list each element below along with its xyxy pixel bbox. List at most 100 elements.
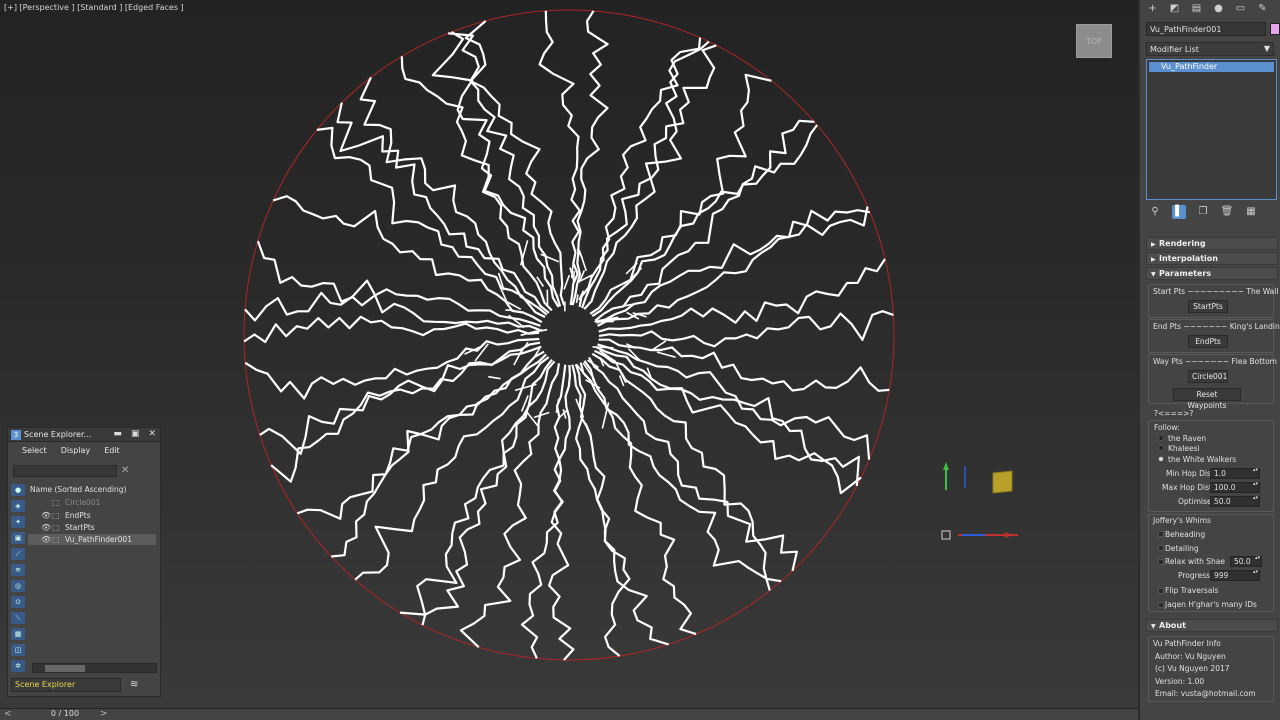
path-link bbox=[540, 253, 560, 263]
frame-counter[interactable]: 0 / 100 bbox=[30, 709, 100, 718]
path-strand bbox=[316, 126, 546, 318]
minimize-icon[interactable]: ▬ bbox=[113, 429, 122, 439]
path-strand bbox=[597, 206, 869, 327]
filter-geometry-icon[interactable]: ● bbox=[11, 484, 25, 496]
relax-label: Relax with Shae bbox=[1165, 557, 1226, 566]
scene-row-circle001[interactable]: ⬚ Circle001 bbox=[28, 497, 156, 508]
detailing-label: Detailing bbox=[1165, 544, 1199, 553]
next-frame-button[interactable]: > bbox=[100, 709, 108, 719]
scene-explorer-filter-toolbar: ● ◈ ✦ ▣ ⟋ ≋ ◎ ⊙ ⟍ ▦ ◫ ✲ bbox=[11, 484, 27, 676]
reset-waypoints-button[interactable]: Reset Waypoints bbox=[1173, 388, 1241, 410]
menu-edit[interactable]: Edit bbox=[104, 446, 120, 455]
close-icon[interactable]: ✕ bbox=[148, 429, 156, 439]
scene-explorer-menu: Select Display Edit bbox=[8, 442, 160, 458]
menu-select[interactable]: Select bbox=[22, 446, 47, 455]
path-link bbox=[656, 351, 676, 358]
modifier-list-dropdown[interactable]: Modifier List ▼ bbox=[1146, 42, 1274, 56]
eye-icon[interactable]: 👁 bbox=[41, 522, 51, 533]
radio-the-white-walkers-label: the White Walkers bbox=[1168, 455, 1237, 464]
rollout-interpolation[interactable]: ▶ Interpolation bbox=[1146, 252, 1278, 265]
explorer-selector-dropdown[interactable]: Scene Explorer bbox=[11, 678, 121, 692]
filter-groups-icon[interactable]: ◎ bbox=[11, 580, 25, 592]
filter-lights-icon[interactable]: ✦ bbox=[11, 516, 25, 528]
scene-row-startpts[interactable]: 👁 ⬚ StartPts bbox=[28, 522, 156, 533]
filter-cameras-icon[interactable]: ▣ bbox=[11, 532, 25, 544]
about-author: Author: Vu Nguyen bbox=[1155, 652, 1226, 661]
time-slider[interactable]: < 0 / 100 > bbox=[0, 708, 1138, 720]
motion-icon[interactable]: ● bbox=[1212, 3, 1225, 15]
radio-the-raven[interactable] bbox=[1158, 435, 1164, 441]
filter-spacewarps-icon[interactable]: ≋ bbox=[11, 564, 25, 576]
filter-bones-icon[interactable]: ⟍ bbox=[11, 612, 25, 624]
scene-row-name: EndPts bbox=[65, 511, 91, 520]
path-link bbox=[533, 411, 550, 419]
filter-containers-icon[interactable]: ▦ bbox=[11, 628, 25, 640]
eye-icon[interactable]: 👁 bbox=[41, 534, 51, 545]
eye-icon[interactable]: 👁 bbox=[41, 510, 51, 521]
scrollbar-thumb[interactable] bbox=[45, 665, 85, 672]
beheading-checkbox[interactable] bbox=[1158, 531, 1164, 537]
scene-explorer-search-input[interactable] bbox=[13, 465, 117, 477]
shape-object-icon: ⬚ bbox=[52, 523, 60, 532]
relax-checkbox[interactable] bbox=[1158, 559, 1164, 565]
rollout-rendering[interactable]: ▶ Rendering bbox=[1146, 237, 1278, 250]
scene-row-endpts[interactable]: 👁 ⬚ EndPts bbox=[28, 510, 156, 521]
horizontal-scrollbar[interactable] bbox=[32, 663, 157, 673]
name-column-header[interactable]: Name (Sorted Ascending) bbox=[28, 484, 156, 495]
stack-item-vu-pathfinder[interactable]: Vu_PathFinder bbox=[1149, 62, 1274, 72]
radio-khaleesi[interactable] bbox=[1158, 445, 1164, 451]
flip-traversals-checkbox[interactable] bbox=[1158, 588, 1164, 594]
modifier-stack[interactable]: Vu_PathFinder bbox=[1146, 59, 1277, 200]
jaqen-checkbox[interactable] bbox=[1158, 602, 1164, 608]
filter-shapes-icon[interactable]: ◈ bbox=[11, 500, 25, 512]
radio-the-white-walkers[interactable] bbox=[1158, 456, 1164, 462]
path-link bbox=[488, 375, 501, 380]
rollout-about[interactable]: ▼ About bbox=[1146, 619, 1278, 632]
modify-icon[interactable]: ◩ bbox=[1168, 3, 1181, 15]
min-hop-spinner[interactable]: 1.0 bbox=[1210, 468, 1260, 479]
about-version: Version: 1.00 bbox=[1155, 677, 1205, 686]
utilities-icon[interactable]: ✎ bbox=[1256, 3, 1269, 15]
object-name-field[interactable]: Vu_PathFinder001 bbox=[1146, 22, 1266, 36]
layer-explorer-icon[interactable]: ≋ bbox=[130, 679, 138, 690]
prev-frame-button[interactable]: < bbox=[4, 709, 12, 719]
clear-search-icon[interactable]: ✕ bbox=[121, 465, 129, 476]
about-email: Email: vusta@hotmail.com bbox=[1155, 689, 1256, 698]
start-pts-button[interactable]: StartPts bbox=[1188, 300, 1228, 313]
rollout-parameters[interactable]: ▼ Parameters bbox=[1146, 267, 1278, 280]
scene-explorer-titlebar[interactable]: 3 Scene Explorer... ▬ ▣ ✕ bbox=[8, 428, 160, 442]
path-strand bbox=[594, 349, 861, 486]
filter-frozen-icon[interactable]: ◫ bbox=[11, 644, 25, 656]
max-hop-spinner[interactable]: 100.0 bbox=[1210, 482, 1260, 493]
filter-all-icon[interactable]: ✲ bbox=[11, 660, 25, 672]
path-strand bbox=[547, 364, 575, 661]
filter-helpers-icon[interactable]: ⟋ bbox=[11, 548, 25, 560]
make-unique-icon[interactable]: ❐ bbox=[1196, 205, 1210, 219]
show-end-result-icon[interactable]: ▌ bbox=[1172, 205, 1186, 219]
viewport-label[interactable]: [+] [Perspective ] [Standard ] [Edged Fa… bbox=[4, 3, 184, 12]
relax-spinner[interactable]: 50.0 bbox=[1230, 556, 1262, 567]
detailing-checkbox[interactable] bbox=[1158, 545, 1164, 551]
viewcube[interactable]: TOP bbox=[1076, 24, 1112, 58]
scene-explorer-title: Scene Explorer... bbox=[24, 430, 92, 439]
way-pts-button[interactable]: Circle001 bbox=[1188, 370, 1228, 383]
scene-row-vu-pathfinder001[interactable]: 👁 ⬚ Vu_PathFinder001 bbox=[28, 534, 156, 545]
optimise-spinner[interactable]: 50.0 bbox=[1210, 496, 1260, 507]
progress-spinner[interactable]: 999 bbox=[1210, 570, 1260, 581]
rollout-interpolation-label: Interpolation bbox=[1159, 254, 1218, 263]
scene-explorer-window[interactable]: 3 Scene Explorer... ▬ ▣ ✕ Select Display… bbox=[7, 427, 161, 697]
create-icon[interactable]: + bbox=[1146, 3, 1159, 15]
menu-display[interactable]: Display bbox=[61, 446, 91, 455]
remove-modifier-icon[interactable]: 🗑 bbox=[1220, 205, 1234, 219]
hierarchy-icon[interactable]: ▤ bbox=[1190, 3, 1203, 15]
maximize-icon[interactable]: ▣ bbox=[131, 429, 140, 439]
pin-stack-icon[interactable]: ⚲ bbox=[1148, 205, 1162, 219]
configure-sets-icon[interactable]: ▦ bbox=[1244, 205, 1258, 219]
display-icon[interactable]: ▭ bbox=[1234, 3, 1247, 15]
end-pts-button[interactable]: EndPts bbox=[1188, 335, 1228, 348]
pathfinder-wireframe bbox=[243, 9, 1018, 661]
perspective-viewport[interactable]: [+] [Perspective ] [Standard ] [Edged Fa… bbox=[0, 0, 1138, 708]
object-color-swatch[interactable] bbox=[1270, 23, 1280, 35]
filter-xrefs-icon[interactable]: ⊙ bbox=[11, 596, 25, 608]
rollout-parameters-label: Parameters bbox=[1159, 269, 1212, 278]
